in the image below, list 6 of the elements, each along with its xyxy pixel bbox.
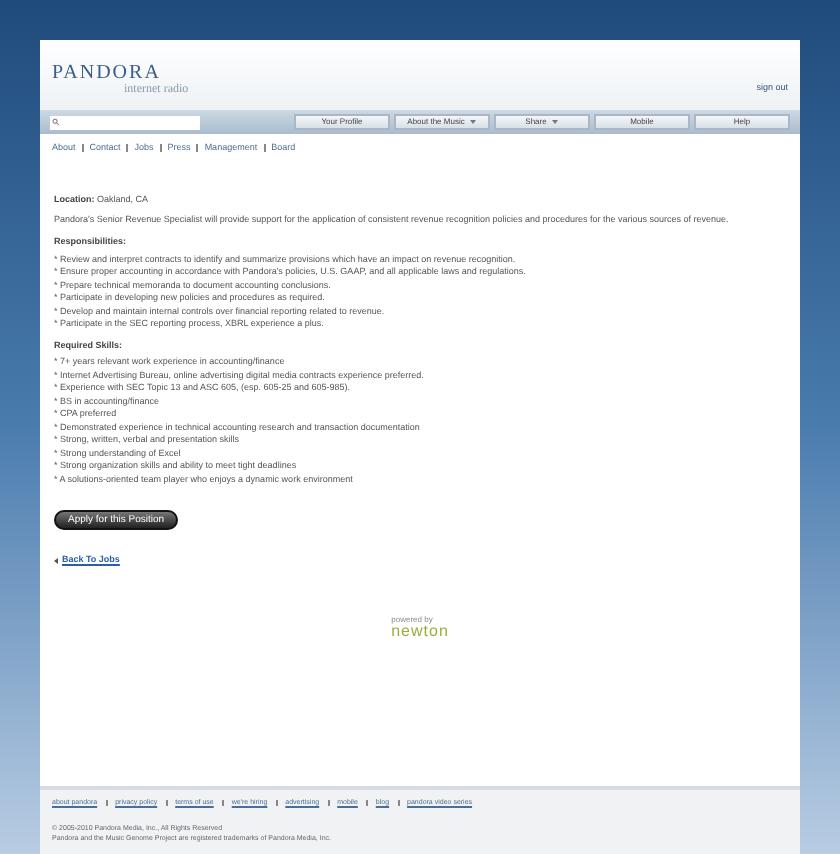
search-icon xyxy=(52,118,60,126)
logo[interactable]: PANDORA xyxy=(52,64,189,84)
caret-icon xyxy=(552,120,559,124)
search-field[interactable] xyxy=(50,115,200,129)
arrow-icon xyxy=(54,557,58,564)
caret-icon xyxy=(470,120,477,124)
